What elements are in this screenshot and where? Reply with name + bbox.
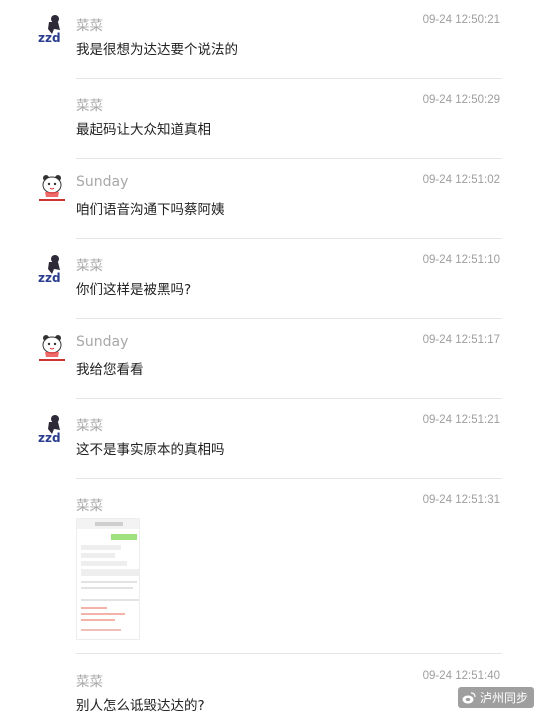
zzd-logo-icon: zzd [36,412,68,445]
message-text: 别人怎么诋毁达达的? [76,698,205,714]
avatar-zzd[interactable]: zzd [36,412,68,445]
avatar-zzd[interactable]: zzd [36,252,68,285]
message-time: 09-24 12:50:29 [422,94,500,106]
divider [76,318,502,319]
message-text: 这不是事实原本的真相吗 [76,442,225,458]
svg-text:zzd: zzd [38,431,61,444]
divider [76,158,502,159]
divider [76,653,502,654]
message-time: 09-24 12:50:21 [422,14,500,26]
image-thumbnail[interactable] [76,518,140,640]
message-time: 09-24 12:51:31 [422,494,500,506]
message-time: 09-24 12:51:17 [422,334,500,346]
divider [76,238,502,239]
sender-name: 菜菜 [76,98,103,114]
message-text: 我是很想为达达要个说法的 [76,42,238,58]
sender-name: Sunday [76,334,129,350]
sender-name: 菜菜 [76,418,103,434]
avatar-bear[interactable] [36,172,68,204]
sender-name: 菜菜 [76,674,103,690]
sender-name: 菜菜 [76,258,103,274]
message-time: 09-24 12:51:21 [422,414,500,426]
weibo-watermark: 泸州同步 [457,687,534,708]
avatar-bear[interactable] [36,332,68,364]
sender-name: Sunday [76,174,129,190]
divider [76,78,502,79]
zzd-logo-icon: zzd [36,252,68,285]
chat-screenshot-thumbnail-icon [77,519,139,639]
avatar-zzd[interactable]: zzd [36,12,68,45]
watermark-text: 泸州同步 [479,691,528,705]
chat-history: zzd 菜菜 09-24 12:50:21 我是很想为达达要个说法的 菜菜 09… [0,0,542,720]
bear-icon [36,172,68,204]
message-time: 09-24 12:51:40 [422,670,500,682]
sender-name: 菜菜 [76,498,103,514]
divider [76,478,502,479]
message-text: 咱们语音沟通下吗蔡阿姨 [76,202,225,218]
bear-icon [36,332,68,364]
message-text: 最起码让大众知道真相 [76,122,211,138]
message-text: 你们这样是被黑吗? [76,282,192,298]
divider [76,398,502,399]
svg-text:zzd: zzd [38,271,61,284]
message-time: 09-24 12:51:02 [422,174,500,186]
weibo-icon [462,691,476,703]
svg-text:zzd: zzd [38,31,61,44]
message-text: 我给您看看 [76,362,144,378]
message-time: 09-24 12:51:10 [422,254,500,266]
sender-name: 菜菜 [76,18,103,34]
zzd-logo-icon: zzd [36,12,68,45]
